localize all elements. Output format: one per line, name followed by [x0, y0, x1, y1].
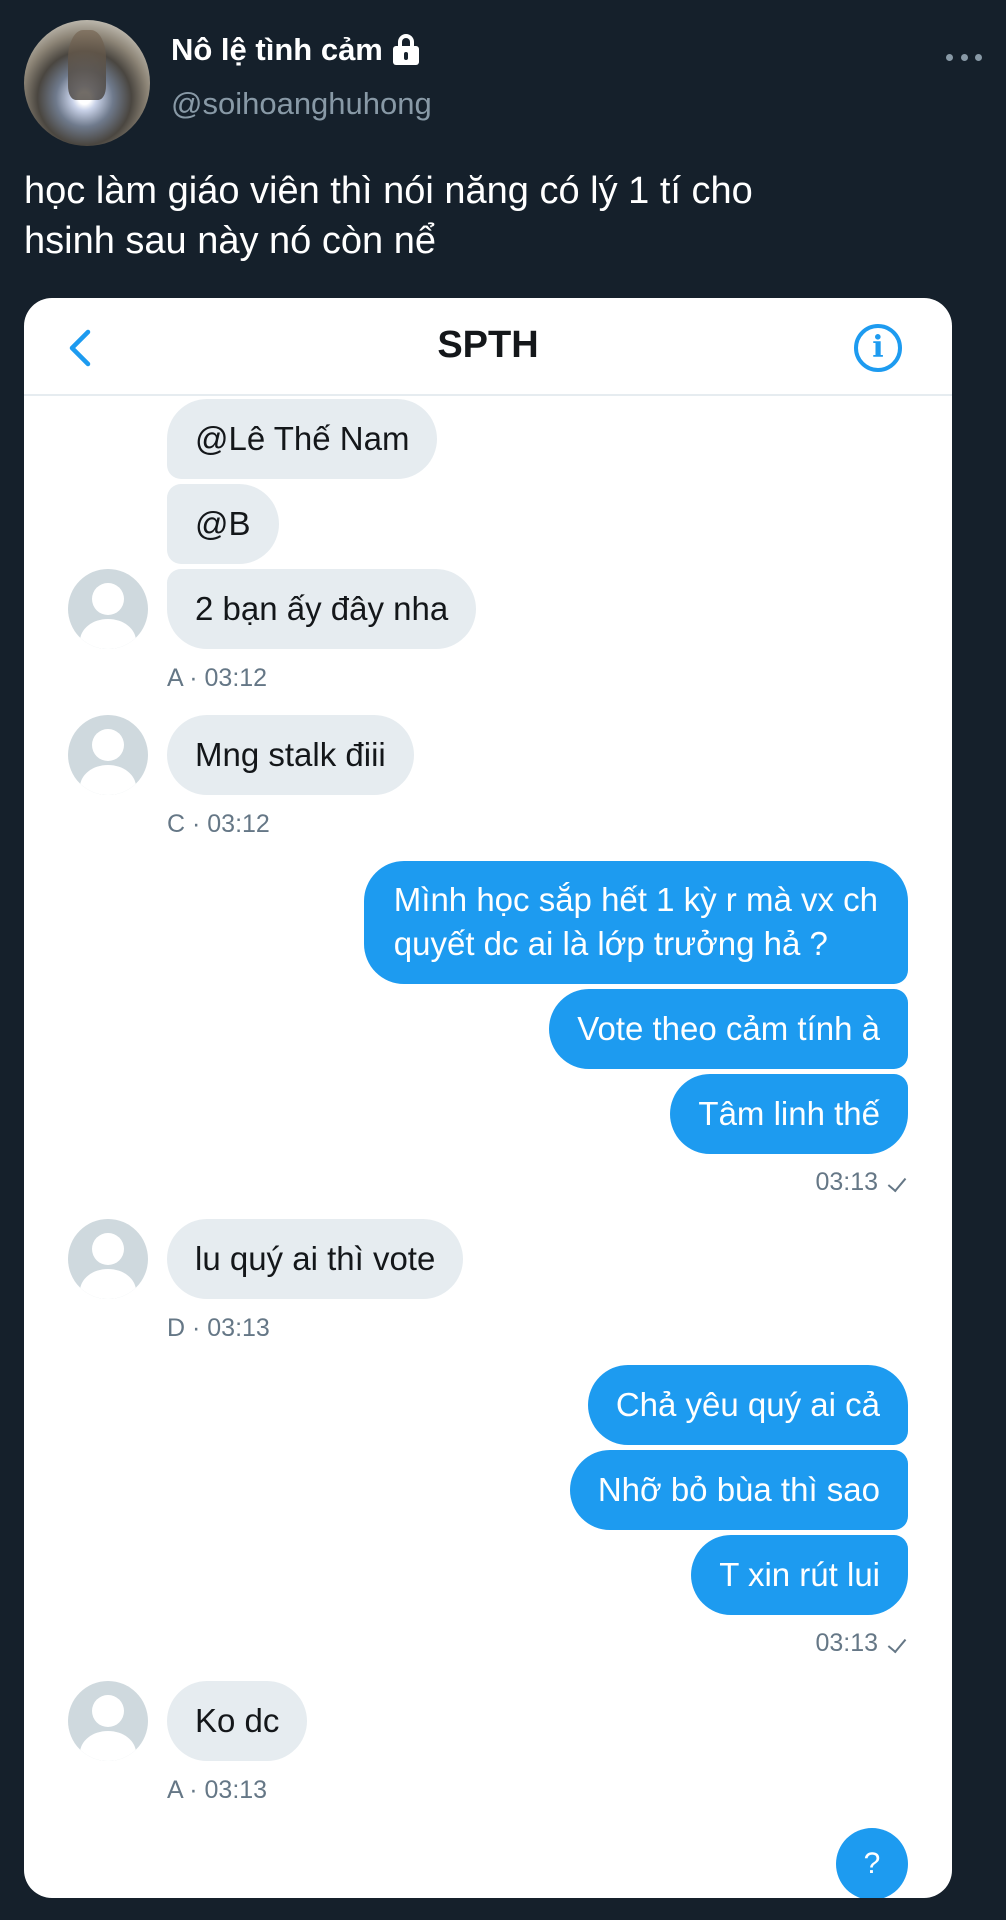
help-button[interactable]: ?: [836, 1828, 908, 1898]
message-bubble-outgoing[interactable]: T xin rút lui: [691, 1535, 908, 1615]
tweet-text-line: học làm giáo viên thì nói năng có lý 1 t…: [24, 170, 753, 212]
attached-image[interactable]: SPTH i @Lê Thế Nam @B 2 bạn ấy đây nha A…: [24, 298, 952, 1898]
tweet-text: học làm giáo viên thì nói năng có lý 1 t…: [24, 166, 974, 266]
message-bubble-outgoing[interactable]: Tâm linh thế: [670, 1074, 908, 1154]
message-meta: 03:13: [815, 1629, 908, 1658]
user-avatar[interactable]: [68, 1681, 148, 1761]
lock-icon: [391, 34, 421, 66]
message-bubble-outgoing[interactable]: Vote theo cảm tính à: [549, 989, 908, 1069]
message-bubble-outgoing[interactable]: Nhỡ bỏ bùa thì sao: [569, 1450, 908, 1530]
check-icon: [886, 1635, 908, 1653]
message-meta: A · 03:12: [167, 664, 268, 692]
message-meta: C · 03:12: [167, 810, 270, 838]
user-avatar[interactable]: [68, 569, 148, 649]
message-meta: 03:13: [815, 1168, 908, 1197]
chat-header: SPTH i: [24, 298, 952, 396]
message-time: 03:13: [815, 1168, 878, 1196]
message-bubble-outgoing[interactable]: Chả yêu quý ai cả: [587, 1365, 908, 1445]
author-name[interactable]: Nô lệ tình cảm: [171, 32, 421, 68]
message-bubble-incoming[interactable]: lu quý ai thì vote: [167, 1219, 464, 1299]
author-avatar[interactable]: [24, 20, 150, 146]
chat-title: SPTH: [437, 324, 539, 366]
user-avatar[interactable]: [68, 715, 148, 795]
info-icon[interactable]: i: [854, 324, 902, 372]
tweet-header: Nô lệ tình cảm @soihoanghuhong: [24, 20, 982, 146]
author-handle[interactable]: @soihoanghuhong: [171, 86, 432, 122]
message-meta: D · 03:13: [167, 1314, 270, 1342]
check-icon: [886, 1174, 908, 1192]
tweet-text-line: hsinh sau này nó còn nể: [24, 220, 436, 262]
message-line: quyết dc ai là lớp trưởng hả ?: [393, 925, 828, 962]
message-time: 03:13: [815, 1629, 878, 1657]
message-meta: A · 03:13: [167, 1776, 268, 1804]
message-bubble-incoming[interactable]: Ko dc: [167, 1681, 308, 1761]
message-bubble-incoming[interactable]: 2 bạn ấy đây nha: [167, 569, 477, 649]
author-display-name[interactable]: Nô lệ tình cảm: [171, 32, 383, 68]
message-line: Mình học sắp hết 1 kỳ r mà vx ch: [393, 881, 878, 918]
message-bubble-incoming[interactable]: @Lê Thế Nam: [167, 399, 438, 479]
message-bubble-outgoing[interactable]: Mình học sắp hết 1 kỳ r mà vx ch quyết d…: [363, 861, 908, 984]
user-avatar[interactable]: [68, 1219, 148, 1299]
more-dots-icon[interactable]: [946, 54, 982, 64]
message-bubble-incoming[interactable]: @B: [167, 484, 279, 564]
message-bubble-incoming[interactable]: Mng stalk điii: [167, 715, 414, 795]
